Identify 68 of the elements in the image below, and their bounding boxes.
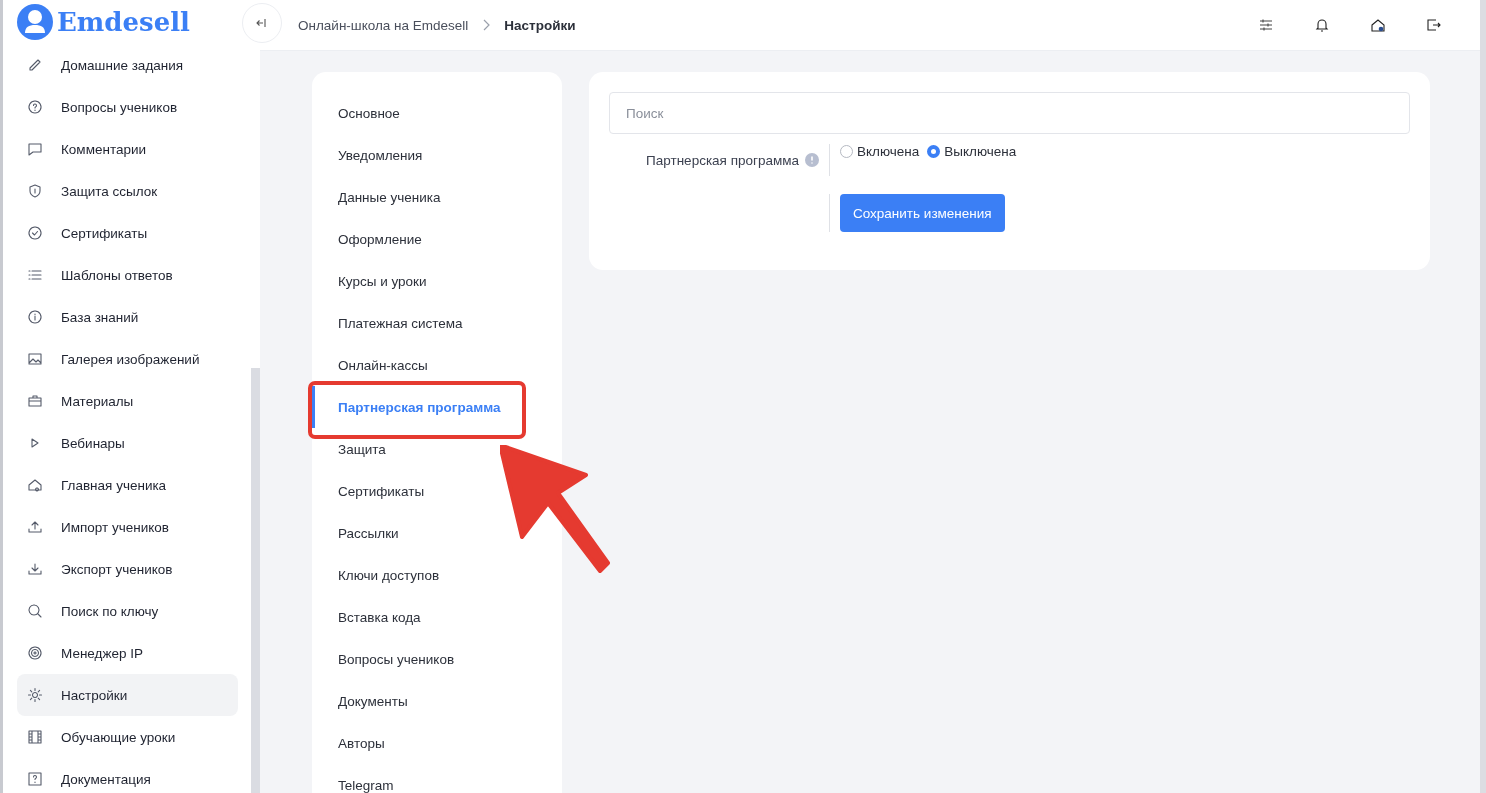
question-icon [27,99,43,115]
search-icon [27,603,43,619]
logout-icon[interactable] [1426,17,1442,33]
sidebar-item[interactable]: Материалы [17,380,238,422]
sidebar-item[interactable]: База знаний [17,296,238,338]
settings-menu-item[interactable]: Платежная система [312,302,471,344]
bell-icon[interactable] [1314,17,1330,33]
save-button[interactable]: Сохранить изменения [840,194,1005,232]
settings-menu-item[interactable]: Онлайн-кассы [312,344,436,386]
image-icon [27,351,43,367]
sidebar-item[interactable]: Домашние задания [17,44,238,86]
radio-button[interactable] [927,145,941,158]
speech-bubble-icon [27,141,43,157]
radio-option[interactable]: Включена [840,144,920,159]
sidebar-item[interactable]: Сертификаты [17,212,238,254]
sidebar-item[interactable]: Экспорт учеников [17,548,238,590]
settings-menu-item[interactable]: Документы [312,680,416,722]
settings-menu-item[interactable]: Авторы [312,722,393,764]
settings-menu-item[interactable]: Уведомления [312,134,431,176]
logo-text: Emdesell [57,7,190,37]
info-icon [805,153,819,167]
breadcrumb-link[interactable]: Настройки [504,17,576,33]
sidebar-item[interactable]: Менеджер IP [17,632,238,674]
sidebar-item[interactable]: Импорт учеников [17,506,238,548]
settings-menu-item[interactable]: Партнерская программа [312,386,562,428]
logo-icon [17,4,53,40]
sidebar-item[interactable]: Вопросы учеников [17,86,238,128]
house-icon [27,477,43,493]
search-field[interactable]: Поиск [609,92,1410,134]
download-icon [27,561,43,577]
settings-menu-item[interactable]: Вставка кода [312,596,429,638]
shield-icon [27,183,43,199]
upload-icon [27,519,43,535]
chevron-icon [482,19,491,31]
settings-menu-item[interactable]: Сертификаты [312,470,433,512]
settings-menu-item[interactable]: Telegram [312,764,402,793]
sidebar-item[interactable]: Комментарии [17,128,238,170]
settings-menu-item[interactable]: Ключи доступов [312,554,448,596]
sliders-icon[interactable] [1258,17,1274,33]
settings-menu-item[interactable]: Рассылки [312,512,407,554]
briefcase-icon [27,393,43,409]
sidebar-item[interactable]: Поиск по ключу [17,590,238,632]
settings-menu-item[interactable]: Вопросы учеников [312,638,463,680]
radio-option[interactable]: Выключена [927,144,1017,159]
collapse-icon [256,17,268,29]
sidebar-item[interactable]: Защита ссылок [17,170,238,212]
settings-menu-item[interactable]: Данные ученика [312,176,449,218]
sidebar-item[interactable]: Главная ученика [17,464,238,506]
sidebar-item[interactable]: Документация [17,758,238,793]
film-icon [27,729,43,745]
house-icon[interactable] [1370,17,1386,33]
sidebar-item[interactable]: Галерея изображений [17,338,238,380]
sidebar-item[interactable]: Настройки [17,674,238,716]
scrollbar[interactable] [251,368,260,793]
settings-menu-item[interactable]: Основное [312,92,408,134]
sidebar-item[interactable]: Шаблоны ответов [17,254,238,296]
info-icon [27,309,43,325]
settings-menu-item[interactable]: Оформление [312,218,430,260]
field-label: Партнерская программа [646,152,799,168]
sidebar-item[interactable]: Обучающие уроки [17,716,238,758]
sidebar-item[interactable]: Вебинары [17,422,238,464]
pencil-icon [27,57,43,73]
breadcrumb-link[interactable]: Онлайн-школа на Emdesell [298,17,469,33]
target-icon [27,645,43,661]
settings-menu-item[interactable]: Защита [312,428,394,470]
radio-button[interactable] [840,145,853,158]
list-icon [27,267,43,283]
settings-menu-item[interactable]: Курсы и уроки [312,260,435,302]
